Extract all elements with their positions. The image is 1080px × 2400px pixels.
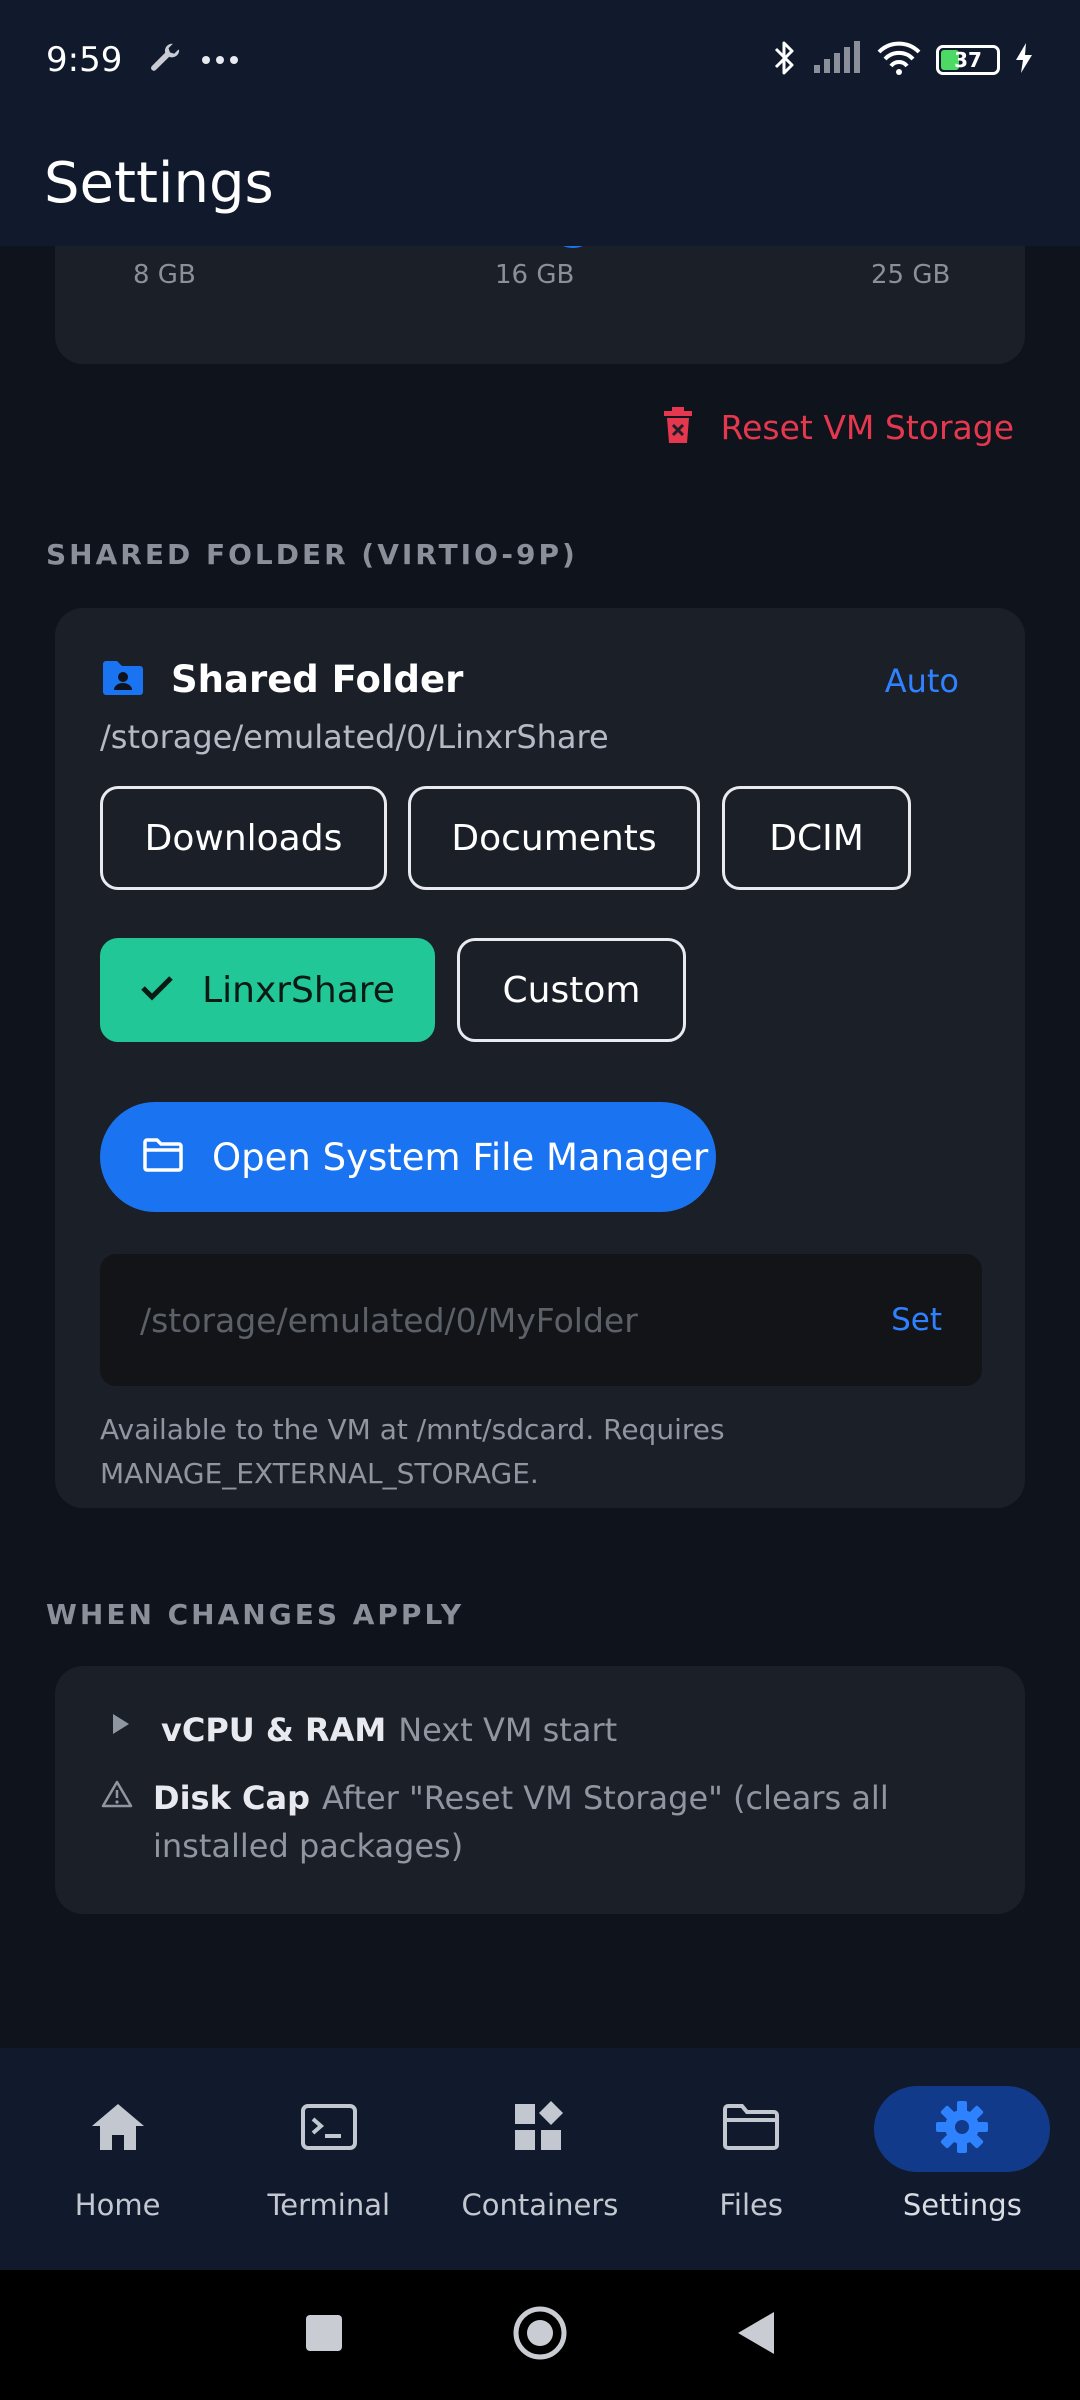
delete-icon [663, 406, 693, 448]
apply-row-key: vCPU & RAM [161, 1711, 387, 1749]
nav-icon-container [30, 2086, 206, 2172]
changes-apply-card: vCPU & RAM Next VM start Disk Cap After "R… [55, 1666, 1025, 1914]
current-folder-path: /storage/emulated/0/LinxrShare [100, 718, 609, 756]
shared-folder-title: Shared Folder [171, 658, 464, 701]
preset-chip-documents[interactable]: Documents [408, 786, 700, 890]
nav-icon-container [241, 2086, 417, 2172]
status-left-icons [148, 41, 240, 79]
play-icon [101, 1706, 141, 1736]
wrench-icon [148, 41, 182, 79]
terminal-icon [300, 2104, 357, 2154]
nav-item-files[interactable]: Files [651, 2048, 851, 2222]
apply-row-text: Disk Cap After "Reset VM Storage" (clears… [153, 1774, 981, 1870]
bluetooth-icon [772, 38, 798, 82]
apply-row-value: Next VM start [398, 1711, 618, 1749]
reset-vm-storage-label: Reset VM Storage [720, 407, 1014, 447]
chip-label: LinxrShare [202, 969, 395, 1011]
signal-icon [812, 41, 862, 79]
nav-label: Terminal [267, 2188, 391, 2222]
bottom-navigation: Home Terminal Containers Files Settings [0, 2048, 1080, 2270]
open-file-manager-button[interactable]: Open System File Manager [100, 1102, 716, 1212]
folder-icon [722, 2104, 780, 2154]
set-path-button[interactable]: Set [891, 1302, 942, 1338]
apply-row-key: Disk Cap [153, 1779, 310, 1817]
app-bar: Settings [0, 120, 1080, 246]
slider-tick-min: 8 GB [133, 260, 196, 290]
back-button[interactable] [736, 2310, 776, 2360]
warning-icon [101, 1774, 133, 1808]
preset-chip-downloads[interactable]: Downloads [100, 786, 387, 890]
nav-label: Containers [461, 2188, 619, 2222]
auto-button[interactable]: Auto [885, 662, 959, 700]
section-header-shared-folder: SHARED FOLDER (VIRTIO-9P) [46, 538, 578, 571]
shared-folder-card: Shared Folder Auto /storage/emulated/0/L… [55, 608, 1025, 1508]
nav-label: Home [74, 2188, 161, 2222]
status-right-icons: 37 [772, 38, 1034, 82]
containers-icon [512, 2099, 568, 2159]
chip-label: Documents [451, 817, 657, 859]
nav-item-settings[interactable]: Settings [862, 2048, 1062, 2222]
nav-item-home[interactable]: Home [18, 2048, 218, 2222]
section-header-changes-apply: WHEN CHANGES APPLY [46, 1598, 465, 1631]
folder-icon [142, 1138, 184, 1176]
slider-tick-max: 25 GB [871, 260, 951, 290]
battery-icon: 37 [936, 45, 1000, 75]
system-navigation-bar [0, 2270, 1080, 2400]
nav-label: Settings [902, 2188, 1022, 2222]
chip-label: DCIM [769, 817, 864, 859]
nav-item-terminal[interactable]: Terminal [229, 2048, 429, 2222]
settings-scroll-content[interactable]: 8 GB 16 GB 25 GB Reset VM Storage SHARED… [0, 246, 1080, 2048]
gear-icon [934, 2099, 990, 2159]
nav-icon-container [663, 2086, 839, 2172]
apply-row-disk-cap: Disk Cap After "Reset VM Storage" (clears… [101, 1774, 981, 1870]
charging-icon [1014, 42, 1034, 78]
reset-vm-storage-button[interactable]: Reset VM Storage [663, 406, 1014, 448]
open-file-manager-label: Open System File Manager [212, 1135, 709, 1179]
custom-path-field: Set [100, 1254, 982, 1386]
storage-slider-thumb[interactable] [547, 246, 599, 248]
check-icon [140, 970, 174, 1011]
nav-icon-container [874, 2086, 1051, 2172]
status-bar: 9:59 37 [0, 0, 1080, 120]
nav-item-containers[interactable]: Containers [440, 2048, 640, 2222]
folder-shared-icon [101, 660, 145, 700]
nav-icon-container [452, 2086, 628, 2172]
preset-chip-dcim[interactable]: DCIM [722, 786, 911, 890]
custom-path-input[interactable] [140, 1300, 872, 1340]
shared-folder-heading: Shared Folder [101, 658, 463, 701]
chip-label: Custom [502, 969, 641, 1011]
chip-label: Downloads [144, 817, 343, 859]
home-icon [90, 2102, 146, 2156]
preset-chip-linxrshare[interactable]: LinxrShare [100, 938, 435, 1042]
recents-button[interactable] [304, 2313, 344, 2357]
apply-row-vcpu-ram: vCPU & RAM Next VM start [101, 1706, 981, 1754]
apply-row-text: vCPU & RAM Next VM start [161, 1706, 617, 1754]
storage-slider-card: 8 GB 16 GB 25 GB [55, 246, 1025, 364]
more-dots-icon [200, 51, 240, 70]
wifi-icon [876, 40, 922, 80]
preset-chip-custom[interactable]: Custom [457, 938, 686, 1042]
page-title: Settings [44, 150, 274, 216]
slider-tick-mid: 16 GB [495, 260, 575, 290]
battery-level: 37 [954, 48, 982, 72]
status-time: 9:59 [46, 40, 123, 80]
nav-label: Files [719, 2188, 783, 2222]
home-button[interactable] [512, 2305, 568, 2365]
shared-folder-help-text: Available to the VM at /mnt/sdcard. Requ… [100, 1413, 725, 1490]
